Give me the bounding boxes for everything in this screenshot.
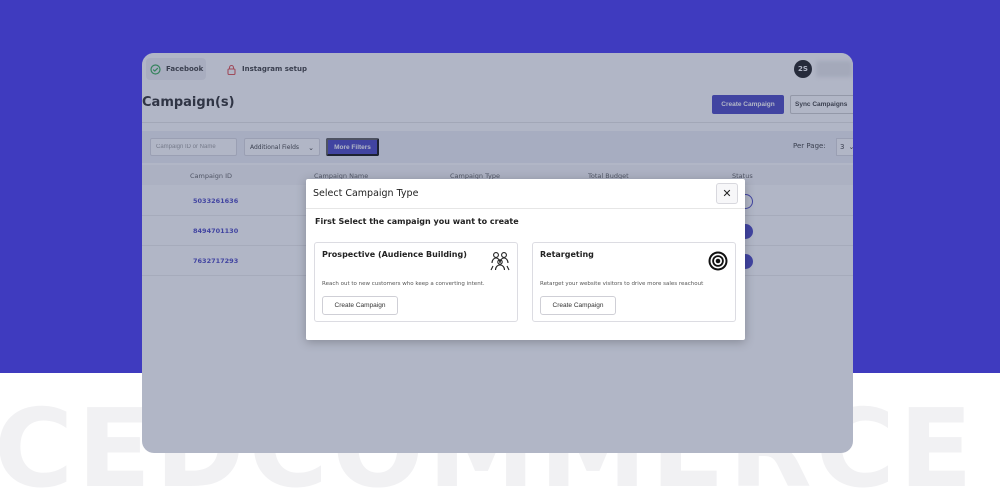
retargeting-campaign-card: Retargeting Retarget your website visito… <box>532 242 736 322</box>
create-retargeting-campaign-button[interactable]: Create Campaign <box>540 296 616 315</box>
card-title: Retargeting <box>540 250 594 259</box>
close-button[interactable]: ✕ <box>716 183 738 204</box>
close-icon: ✕ <box>722 188 732 200</box>
target-icon <box>707 250 729 272</box>
modal-subtitle: First Select the campaign you want to cr… <box>315 217 519 226</box>
create-prospective-campaign-button[interactable]: Create Campaign <box>322 296 398 315</box>
audience-icon <box>489 250 511 272</box>
modal-title: Select Campaign Type <box>313 188 419 199</box>
card-description: Retarget your website visitors to drive … <box>540 281 704 287</box>
prospective-campaign-card: Prospective (Audience Building) Reach ou… <box>314 242 518 322</box>
card-title: Prospective (Audience Building) <box>322 250 467 259</box>
modal-header: Select Campaign Type ✕ <box>306 179 745 209</box>
select-campaign-type-modal: Select Campaign Type ✕ First Select the … <box>306 179 745 340</box>
card-description: Reach out to new customers who keep a co… <box>322 281 485 287</box>
